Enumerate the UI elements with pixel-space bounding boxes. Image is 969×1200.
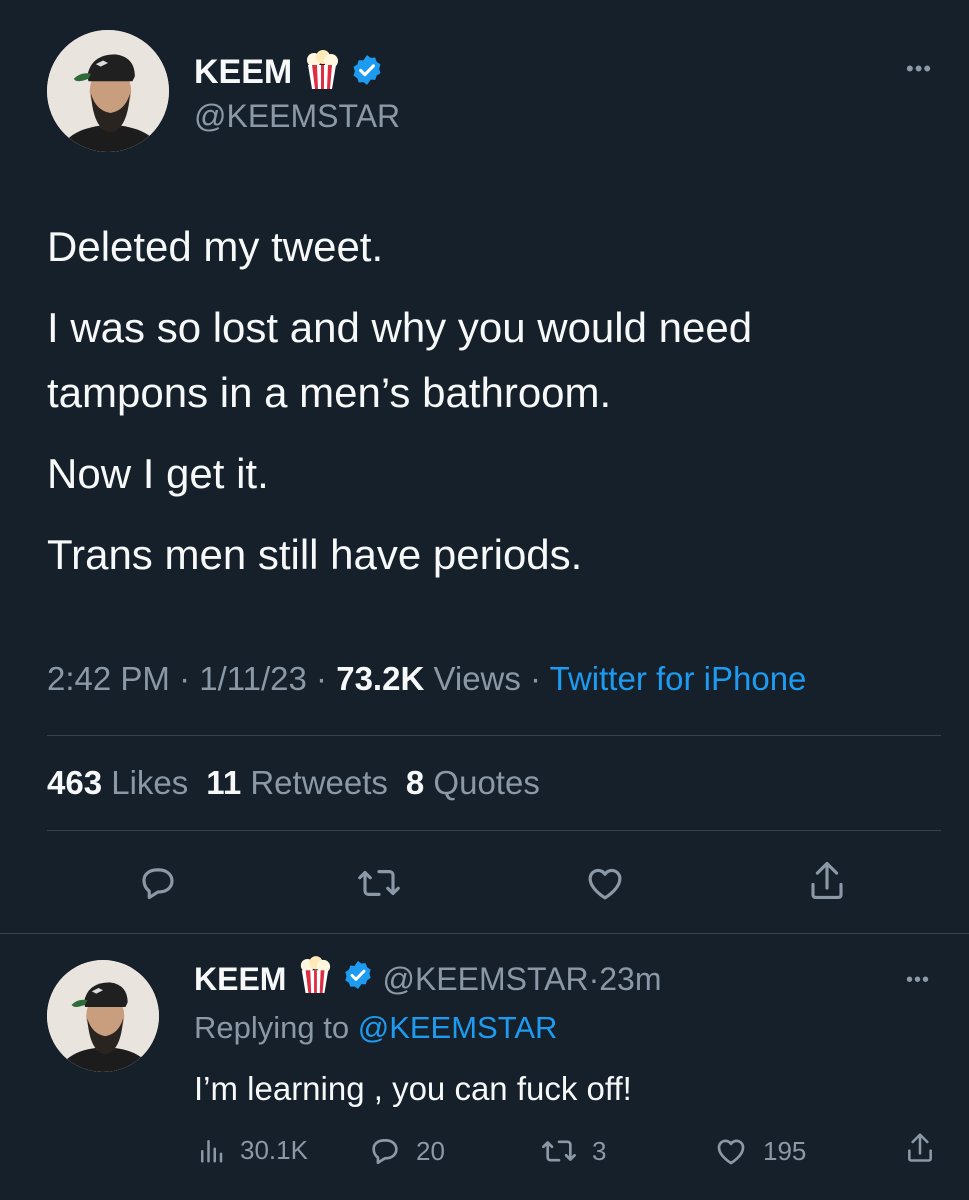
reply-replies-count: 20 [416,1135,445,1166]
reply-author-row[interactable]: KEEM @KEEMSTAR · 23m [194,956,662,1002]
likes-label: Likes [102,764,189,801]
replying-to-handle[interactable]: @KEEMSTAR [358,1010,558,1045]
retweet-icon[interactable] [356,862,402,904]
more-options-icon[interactable]: ••• [906,58,932,80]
reply-author-handle[interactable]: @KEEMSTAR [382,961,588,998]
tweet-text-line: Trans men still have periods. [47,531,583,579]
share-icon[interactable] [806,858,848,904]
analytics-icon [201,1140,223,1163]
reply-share-icon[interactable] [904,1130,950,1166]
reply-icon[interactable] [137,862,179,904]
tweet-text-line: Deleted my tweet. [47,223,384,270]
likes-count: 463 [47,764,103,801]
replying-to-prefix: Replying to [194,1010,358,1045]
reply-separator: · [588,960,600,997]
reply-retweets-count: 3 [592,1135,607,1166]
meta-separator: · [520,660,550,697]
share-icon [908,1133,932,1162]
divider [47,735,941,736]
verified-badge-icon [342,959,374,999]
views-count: 73.2K [336,660,425,697]
reply-views-stat[interactable]: 30.1K [196,1134,308,1166]
retweet-icon [542,1140,576,1162]
avatar-photo [47,30,169,152]
tweet-text-line: tampons in a men’s bathroom. [47,369,612,417]
tweet-time[interactable]: 2:42 PM [47,660,170,697]
verified-badge-icon [350,53,384,92]
tweet-source-link[interactable]: Twitter for iPhone [550,660,807,697]
views-label: Views [424,660,521,697]
tweet-text-line: I was so lost and why you would need [47,304,753,352]
reply-author-avatar[interactable] [47,960,159,1072]
meta-separator: · [306,660,337,697]
likes-stat[interactable]: 463 Likes [47,764,188,801]
reply-likes-count: 195 [763,1135,807,1166]
tweet-detail-page: KEEM @KEEMSTAR ••• Deleted my tweet. I w… [0,0,969,1200]
engagement-stats: 463 Likes 11 Retweets 8 Quotes [47,764,540,802]
tweet-text-line: Now I get it. [47,450,269,498]
reply-author-name[interactable]: KEEM [194,961,286,998]
tweet-text: Deleted my tweet. I was so lost and why … [47,214,752,587]
like-icon [717,1139,745,1165]
retweets-label: Retweets [241,764,388,801]
quotes-stat[interactable]: 8 Quotes [406,764,540,801]
divider [47,830,941,831]
reply-more-options-icon[interactable]: ••• [906,970,930,990]
retweets-count: 11 [206,764,242,801]
replying-to: Replying to @KEEMSTAR [194,1010,557,1046]
meta-separator: · [169,660,200,697]
author-avatar[interactable] [47,30,169,152]
quotes-label: Quotes [424,764,540,801]
quotes-count: 8 [405,764,425,801]
avatar-photo [47,960,159,1072]
author-name[interactable]: KEEM [194,53,292,92]
author-handle[interactable]: @KEEMSTAR [194,98,400,135]
reply-likes-stat[interactable]: 195 [713,1134,806,1168]
reply-views-count: 30.1K [240,1134,308,1165]
reply-text: I’m learning , you can fuck off! [194,1070,632,1107]
popcorn-emoji-icon [298,956,332,1002]
reply-icon [372,1139,398,1165]
reply-time[interactable]: 23m [599,961,661,998]
like-icon[interactable] [583,862,627,904]
tweet-meta: 2:42 PM · 1/11/23 · 73.2K Views · Twitte… [47,660,806,698]
section-divider [0,933,969,934]
popcorn-emoji-icon [304,50,340,95]
retweets-stat[interactable]: 11 Retweets [206,764,388,801]
tweet-date[interactable]: 1/11/23 [199,660,307,697]
reply-retweets-stat[interactable]: 3 [540,1134,606,1168]
reply-replies-stat[interactable]: 20 [368,1134,445,1168]
author-name-row[interactable]: KEEM [194,50,384,95]
